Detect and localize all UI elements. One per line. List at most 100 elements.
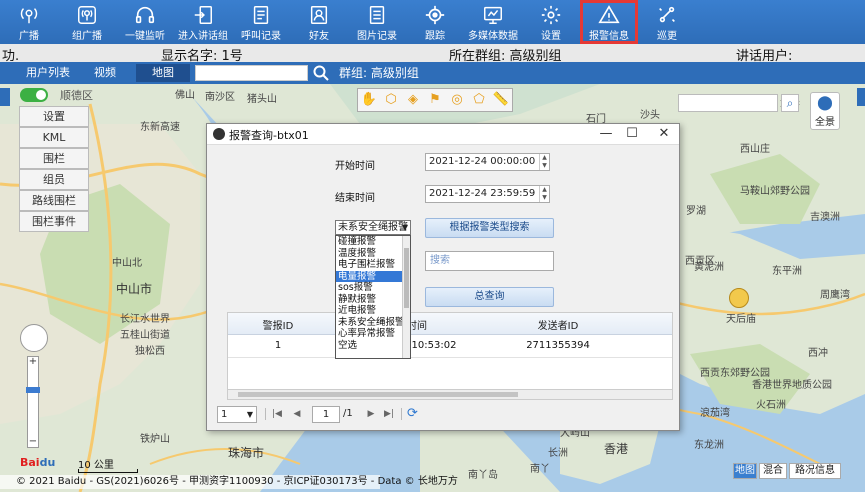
menu-settings[interactable]: 设置 [19, 106, 89, 127]
map-search-button[interactable]: ⌕ [781, 94, 799, 112]
left-panel-handle[interactable] [0, 88, 10, 106]
refresh-icon[interactable]: ⟳ [407, 406, 418, 421]
patrol-button[interactable]: 巡更 [638, 0, 696, 44]
alarm-info-button[interactable]: 报警信息 [580, 0, 638, 44]
right-panel-handle[interactable] [857, 88, 865, 106]
column-sender-id[interactable]: 发送者ID [508, 317, 608, 332]
table-hscroll-thumb[interactable] [238, 392, 518, 397]
map-type-traffic[interactable]: 路况信息 [789, 463, 841, 479]
multimedia-label: 多媒体数据 [468, 31, 518, 42]
map-place: 东平洲 [772, 266, 802, 277]
alarm-type-select[interactable]: 未系安全绳报警 ▼ [335, 220, 411, 235]
first-page-icon[interactable]: |◀ [271, 407, 283, 421]
end-time-label: 结束时间 [335, 193, 375, 204]
call-record-button[interactable]: 呼叫记录 [232, 0, 290, 44]
alarm-type-option-highlighted[interactable]: 电量报警 [336, 270, 410, 282]
settings-button[interactable]: 设置 [522, 0, 580, 44]
enter-talk-group-button[interactable]: 进入讲话组 [174, 0, 232, 44]
alarm-type-option[interactable]: 电子围栏报警 [336, 259, 410, 271]
pan-control[interactable] [20, 324, 48, 352]
alarm-type-option[interactable]: 碰撞报警 [336, 236, 410, 248]
keyword-search-input[interactable]: 搜索 [425, 251, 554, 271]
zoom-out-icon[interactable]: − [28, 437, 38, 447]
next-page-icon[interactable]: ▶ [365, 407, 377, 421]
map-search-input[interactable] [678, 94, 778, 112]
alarm-type-option[interactable]: 空选 [336, 340, 410, 352]
user-search-input[interactable] [195, 65, 308, 81]
page-number-input[interactable]: 1 [312, 406, 340, 423]
location-pin-icon: ⬤ [817, 95, 833, 111]
close-icon[interactable]: ✕ [651, 125, 677, 143]
map-place: 浪茄湾 [700, 408, 730, 419]
alarm-type-option[interactable]: 心率异常报警 [336, 328, 410, 340]
temple-marker[interactable] [729, 288, 749, 308]
dropdown-scroll-thumb[interactable] [404, 248, 409, 308]
dropdown-scrollbar[interactable] [402, 236, 410, 358]
minimize-icon[interactable]: — [593, 125, 619, 143]
menu-members[interactable]: 组员 [19, 169, 89, 190]
alarm-type-selected: 未系安全绳报警 [338, 222, 408, 233]
map-place: 长洲 [548, 448, 568, 459]
pager-divider [401, 408, 402, 420]
table-header: 警报ID 时间 发送者ID [228, 313, 672, 335]
search-by-type-button[interactable]: 根据报警类型搜索 [425, 218, 554, 238]
chevron-down-icon: ▼ [401, 223, 408, 232]
patrol-icon [659, 6, 675, 23]
multimedia-icon [484, 6, 502, 24]
ruler-icon[interactable]: 📏 [492, 91, 510, 109]
last-page-icon[interactable]: ▶| [383, 407, 395, 421]
start-time-spinner[interactable]: ▲ ▼ [539, 154, 549, 170]
alarm-type-dropdown[interactable]: 碰撞报警 温度报警 电子围栏报警 电量报警 sos报警 静默报警 近电报警 未系… [335, 235, 411, 359]
alarm-type-option[interactable]: 未系安全绳报警 [336, 317, 410, 329]
full-view-button[interactable]: ⬤ 全景 [810, 92, 840, 130]
friend-button[interactable]: 好友 [290, 0, 348, 44]
page-size-select[interactable]: 1 ▼ [217, 406, 257, 423]
alarm-type-option[interactable]: 温度报警 [336, 248, 410, 260]
alarm-type-option[interactable]: 静默报警 [336, 294, 410, 306]
circle-icon[interactable]: ◎ [448, 91, 466, 109]
pentagon-icon[interactable]: ⬠ [470, 91, 488, 109]
image-record-button[interactable]: 图片记录 [348, 0, 406, 44]
map-place: 西冲 [808, 348, 828, 359]
table-hscrollbar[interactable] [228, 389, 672, 399]
group-broadcast-label: 组广播 [72, 31, 102, 42]
search-icon [313, 65, 329, 81]
map-place: 天后庙 [726, 314, 756, 325]
scale-bar [78, 469, 138, 473]
end-time-input[interactable]: 2021-12-24 23:59:59 ▲ ▼ [425, 185, 550, 203]
polygon-icon[interactable]: ⬡ [382, 91, 400, 109]
dialog-titlebar[interactable]: 报警查询-btx01 — ☐ ✕ [207, 124, 679, 145]
zoom-slider[interactable]: + − [26, 356, 40, 448]
menu-fence[interactable]: 围栏 [19, 148, 89, 169]
map-type-hybrid[interactable]: 混合 [759, 463, 787, 479]
menu-fence-events[interactable]: 围栏事件 [19, 211, 89, 232]
flag-icon[interactable]: ⚑ [426, 91, 444, 109]
broadcast-button[interactable]: 广播 [0, 0, 58, 44]
map-type-map[interactable]: 地图 [733, 463, 757, 479]
point-icon[interactable]: ◈ [404, 91, 422, 109]
end-time-spinner[interactable]: ▲ ▼ [539, 186, 549, 202]
table-row[interactable]: 1 10:53:02 2711355394 [228, 336, 672, 358]
alarm-type-option[interactable]: sos报警 [336, 282, 410, 294]
menu-route-fence[interactable]: 路线围栏 [19, 190, 89, 211]
map-toggle-switch[interactable] [20, 88, 48, 102]
multimedia-button[interactable]: 多媒体数据 [464, 0, 522, 44]
tab-map[interactable]: 地图 [136, 64, 190, 82]
map-place: 五桂山街道 [120, 330, 170, 341]
track-button[interactable]: 跟踪 [406, 0, 464, 44]
prev-page-icon[interactable]: ◀ [291, 407, 303, 421]
menu-kml[interactable]: KML [19, 127, 89, 148]
user-search-button[interactable] [312, 64, 330, 82]
one-key-listen-button[interactable]: 一键监听 [116, 0, 174, 44]
tab-user-list[interactable]: 用户列表 [20, 64, 76, 82]
alarm-type-option[interactable]: 近电报警 [336, 305, 410, 317]
column-alarm-id[interactable]: 警报ID [228, 317, 328, 332]
tab-video[interactable]: 视频 [82, 64, 128, 82]
zoom-knob[interactable] [26, 387, 40, 393]
zoom-in-icon[interactable]: + [28, 357, 38, 367]
maximize-icon[interactable]: ☐ [619, 125, 645, 143]
hand-icon[interactable]: ✋ [360, 91, 378, 109]
query-all-button[interactable]: 总查询 [425, 287, 554, 307]
group-broadcast-button[interactable]: 组广播 [58, 0, 116, 44]
start-time-input[interactable]: 2021-12-24 00:00:00 ▲ ▼ [425, 153, 550, 171]
